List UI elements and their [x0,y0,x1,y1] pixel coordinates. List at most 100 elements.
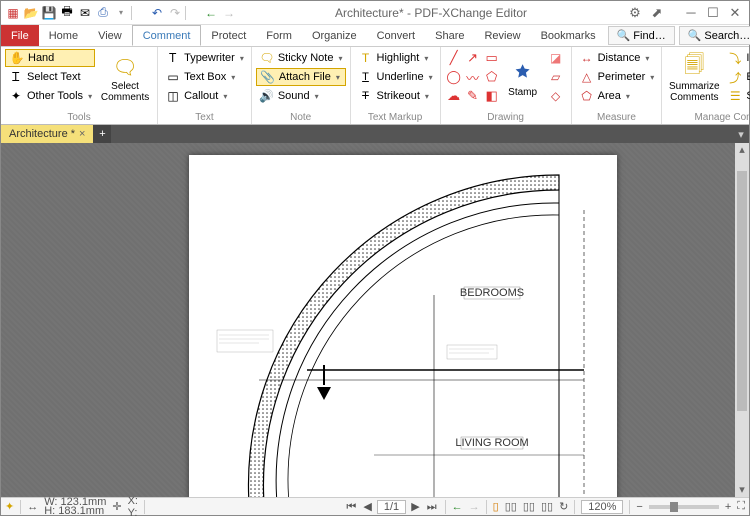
eraser-button[interactable]: ◪ [545,49,567,67]
oval-tool[interactable]: ◯ [445,68,463,86]
tab-home[interactable]: Home [39,25,88,46]
hand-label: Hand [28,52,54,64]
next-page-icon[interactable]: ▶ [409,501,421,513]
undo-icon[interactable]: ↶ [149,5,165,21]
textbox-tool[interactable]: ▭Text Box▾ [162,68,247,86]
typewriter-tool[interactable]: ᎢTypewriter▾ [162,49,247,67]
ribbon-tabs: File Home View Comment Protect Form Orga… [1,25,749,47]
document-tab[interactable]: Architecture * × [1,125,93,143]
redo-icon[interactable]: ↷ [167,5,183,21]
select-comments-tool[interactable]: 🗨 Select Comments [97,49,153,107]
zoom-out-icon[interactable]: − [636,501,642,513]
polyline-tool[interactable]: 〰 [464,68,482,86]
close-button[interactable]: ✕ [725,5,745,21]
nav-fwd-icon[interactable]: → [469,501,480,513]
show-comments[interactable]: ☰Show▾ [724,87,750,105]
polygon-tool[interactable]: ⬠ [483,68,501,86]
print-icon[interactable]: 🖶 [59,5,75,21]
highlight-tool[interactable]: THighlight▾ [355,49,436,67]
minimize-button[interactable]: ─ [681,5,701,21]
select-comments-label: Select Comments [97,81,153,103]
area-tool[interactable]: ⬠Area▾ [576,87,658,105]
tab-bookmarks[interactable]: Bookmarks [531,25,606,46]
scrollbar-thumb[interactable] [737,171,747,411]
line-tool[interactable]: ╱ [445,49,463,67]
zoom-in-icon[interactable]: + [725,501,731,513]
first-page-icon[interactable]: ⏮ [344,501,358,513]
mail-icon[interactable]: ✉ [77,5,93,21]
save-icon[interactable]: 💾 [41,5,57,21]
qat-sep [131,6,147,20]
speaker-icon: 🔊 [259,88,275,104]
group-tools-label: Tools [5,111,153,124]
arrow-tool[interactable]: ↗ [464,49,482,67]
callout-tool[interactable]: ◫Callout▾ [162,87,247,105]
attach-file-tool[interactable]: 📎Attach File▾ [256,68,346,86]
layout-facing-icon[interactable]: ▯▯ [523,500,535,513]
find-button[interactable]: 🔍Find… [608,26,675,45]
tab-review[interactable]: Review [474,25,530,46]
next-icon[interactable]: → [221,5,237,21]
hand-tool[interactable]: ✋Hand [5,49,95,67]
shape-more[interactable]: ▱ [545,68,567,86]
qat-dropdown-icon[interactable]: ▾ [113,5,129,21]
tab-share[interactable]: Share [425,25,474,46]
shape-more2[interactable]: ◇ [545,87,567,105]
maximize-button[interactable]: ☐ [703,5,723,21]
rect-tool[interactable]: ▭ [483,49,501,67]
tab-form[interactable]: Form [256,25,302,46]
tab-organize[interactable]: Organize [302,25,367,46]
export-comments[interactable]: ⤴Export [724,68,750,86]
add-tab-button[interactable]: + [93,125,111,143]
search-button[interactable]: 🔍Search… [679,26,750,45]
typewriter-label: Typewriter [184,52,235,64]
nav-back-icon[interactable]: ← [452,501,463,513]
rotate-icon[interactable]: ↻ [559,500,568,513]
import-comments[interactable]: ⤵Import [724,49,750,67]
distance-tool[interactable]: ↔Distance▾ [576,49,658,67]
scan-icon[interactable]: ⎙ [95,5,111,21]
summarize-comments[interactable]: 🗐 Summarize Comments [666,49,722,107]
prev-icon[interactable]: ← [203,5,219,21]
close-tab-icon[interactable]: × [79,128,85,140]
sticky-note-tool[interactable]: 🗨Sticky Note▾ [256,49,346,67]
options-icon[interactable]: ✦ [5,500,14,513]
prev-page-icon[interactable]: ◀ [361,501,373,513]
last-page-icon[interactable]: ⏭ [425,501,439,513]
launch-icon[interactable]: ⬈ [647,5,667,21]
underline-tool[interactable]: TUnderline▾ [355,68,436,86]
vertical-scrollbar[interactable]: ▴ ▾ [735,143,749,497]
select-text-tool[interactable]: ᏆSelect Text [5,68,95,86]
highlight-label: Highlight [377,52,420,64]
page-indicator[interactable]: 1/1 [377,500,406,514]
perimeter-tool[interactable]: △Perimeter▾ [576,68,658,86]
group-measure-label: Measure [576,111,658,124]
fullscreen-icon[interactable]: ⛶ [737,500,745,513]
cloud-tool[interactable]: ☁ [445,87,463,105]
ui-opt-icon[interactable]: ⚙ [625,5,645,21]
open-icon[interactable]: 📂 [23,5,39,21]
layout-single-icon[interactable]: ▯ [493,500,499,513]
zoom-value[interactable]: 120% [581,500,623,514]
tab-file[interactable]: File [1,25,39,46]
other-tools[interactable]: ✦Other Tools▾ [5,87,95,105]
callout-icon: ◫ [165,88,181,104]
tab-convert[interactable]: Convert [367,25,426,46]
layout-cont-icon[interactable]: ▯▯ [505,500,517,513]
stamp-tool[interactable]: 🟊 Stamp [503,49,543,107]
pos-icon: ✛ [112,500,121,513]
dim-icon: ↔ [27,501,38,513]
eraser-tool[interactable]: ◧ [483,87,501,105]
document-canvas[interactable]: BEDROOMS LIVING ROOM ▴ ▾ [1,143,749,497]
sound-tool[interactable]: 🔊Sound▾ [256,87,346,105]
tab-protect[interactable]: Protect [201,25,256,46]
zoom-slider[interactable] [649,505,719,509]
group-manage: 🗐 Summarize Comments ⤵Import ⤴Export ☰Sh… [662,47,750,124]
tab-comment[interactable]: Comment [132,25,202,46]
pencil-tool[interactable]: ✎ [464,87,482,105]
strikeout-tool[interactable]: TStrikeout▾ [355,87,436,105]
stamp-icon: 🟊 [509,59,537,87]
layout-book-icon[interactable]: ▯▯ [541,500,553,513]
doctab-menu[interactable]: ▾ [733,125,749,143]
tab-view[interactable]: View [88,25,132,46]
